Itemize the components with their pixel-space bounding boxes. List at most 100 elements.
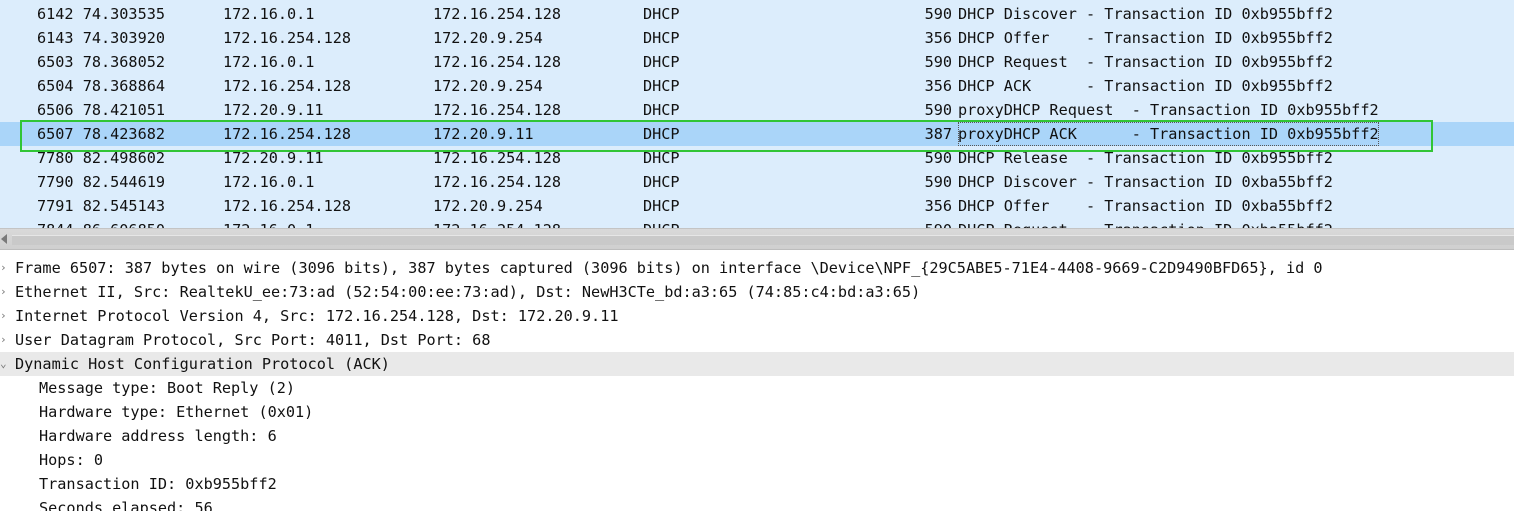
packet-destination: 172.16.254.128 [433, 218, 561, 228]
detail-text: Dynamic Host Configuration Protocol (ACK… [15, 355, 390, 373]
packet-list[interactable]: 6142 74.303535 172.16.0.1 172.16.254.128 DH… [0, 0, 1514, 228]
packet-source: 172.16.254.128 [223, 197, 352, 215]
packet-destination: 172.20.9.254 [433, 197, 543, 215]
packet-destination: 172.20.9.254 [433, 77, 543, 95]
packet-info: proxyDHCP Request - Transaction ID 0xb95… [958, 101, 1379, 119]
packet-protocol: DHCP [643, 53, 680, 71]
packet-info: DHCP Request - Transaction ID 0xb955bff2 [958, 53, 1333, 71]
collapsed-arrow-icon[interactable]: › [0, 304, 12, 328]
collapsed-arrow-icon[interactable]: › [0, 280, 12, 304]
collapsed-arrow-icon[interactable]: › [0, 328, 12, 352]
packet-destination: 172.16.254.128 [433, 173, 562, 191]
packet-source: 172.20.9.11 [223, 101, 324, 119]
packet-no-time: 7780 82.498602 [37, 149, 166, 167]
packet-protocol: DHCP [643, 125, 680, 143]
packet-protocol: DHCP [643, 29, 680, 47]
packet-no-time: 7791 82.545143 [37, 197, 166, 215]
detail-text: Transaction ID: 0xb955bff2 [39, 475, 277, 493]
packet-destination: 172.20.9.11 [433, 125, 534, 143]
detail-section[interactable]: › User Datagram Protocol, Src Port: 4011,… [0, 328, 1514, 352]
packet-destination: 172.16.254.128 [433, 5, 562, 23]
packet-info: DHCP Discover - Transaction ID 0xba55bff… [958, 173, 1333, 191]
packet-info: DHCP Discover - Transaction ID 0xb955bff… [958, 5, 1333, 23]
packet-source: 172.16.254.128 [223, 77, 352, 95]
packet-info: DHCP Release - Transaction ID 0xb955bff2 [958, 149, 1333, 167]
packet-no-time: 7844 86.606850 [37, 218, 165, 228]
packet-protocol: DHCP [643, 77, 680, 95]
packet-no-time: 6507 78.423682 [37, 125, 166, 143]
detail-section[interactable]: › Ethernet II, Src: RealtekU_ee:73:ad (52… [0, 280, 1514, 304]
packet-row[interactable]: 7791 82.545143 172.16.254.128 172.20.9.254… [0, 194, 1514, 218]
packet-source: 172.16.0.1 [223, 53, 315, 71]
packet-row[interactable]: 6142 74.303535 172.16.0.1 172.16.254.128 DH… [0, 2, 1514, 26]
packet-row[interactable]: 6503 78.368052 172.16.0.1 172.16.254.128 DH… [0, 50, 1514, 74]
detail-text: User Datagram Protocol, Src Port: 4011, … [15, 331, 491, 349]
packet-info: DHCP Offer - Transaction ID 0xba55bff2 [958, 197, 1333, 215]
packet-info: DHCP Request - Transaction ID 0xba55bff2 [958, 218, 1333, 228]
packet-source: 172.16.254.128 [223, 29, 352, 47]
packet-source: 172.16.0.1 [223, 218, 314, 228]
detail-text: Message type: Boot Reply (2) [39, 379, 296, 397]
packet-protocol: DHCP [643, 218, 680, 228]
packet-protocol: DHCP [643, 149, 680, 167]
packet-row[interactable]: 6506 78.421051 172.20.9.11 172.16.254.128 D… [0, 98, 1514, 122]
detail-field[interactable]: Hops: 0 [0, 448, 1514, 472]
packet-destination: 172.16.254.128 [433, 53, 562, 71]
packet-details-tree[interactable]: › Frame 6507: 387 bytes on wire (3096 bit… [0, 256, 1514, 511]
packet-source: 172.16.0.1 [223, 5, 315, 23]
packet-row[interactable]: 7780 82.498602 172.20.9.11 172.16.254.128 D… [0, 146, 1514, 170]
packet-protocol: DHCP [643, 173, 680, 191]
packet-source: 172.20.9.11 [223, 149, 324, 167]
detail-section[interactable]: › Frame 6507: 387 bytes on wire (3096 bit… [0, 256, 1514, 280]
packet-row[interactable]: 6504 78.368864 172.16.254.128 172.20.9.254… [0, 74, 1514, 98]
packet-no-time: 6143 74.303920 [37, 29, 166, 47]
detail-text: Seconds elapsed: 56 [39, 499, 213, 511]
packet-info: proxyDHCP ACK - Transaction ID 0xb955bff… [958, 122, 1379, 146]
packet-length: 590 [924, 149, 952, 167]
detail-field[interactable]: Hardware type: Ethernet (0x01) [0, 400, 1514, 424]
scrollbar-thumb[interactable] [12, 235, 1514, 245]
packet-destination: 172.16.254.128 [433, 149, 562, 167]
packet-row[interactable]: 6507 78.423682 172.16.254.128 172.20.9.11 D… [0, 122, 1514, 146]
packet-destination: 172.20.9.254 [433, 29, 543, 47]
detail-section[interactable]: › Internet Protocol Version 4, Src: 172.1… [0, 304, 1514, 328]
packet-info: DHCP ACK - Transaction ID 0xb955bff2 [958, 77, 1333, 95]
packet-length: 590 [924, 173, 952, 191]
packet-length: 356 [924, 29, 952, 47]
packet-length: 590 [924, 53, 952, 71]
packet-no-time: 6142 74.303535 [37, 5, 166, 23]
detail-section[interactable]: ⌄ Dynamic Host Configuration Protocol (AC… [0, 352, 1514, 376]
packet-length: 590 [880, 218, 952, 228]
packet-row[interactable]: 7844 86.606850 172.16.0.1 172.16.254.128 DH… [0, 218, 1514, 228]
detail-text: Ethernet II, Src: RealtekU_ee:73:ad (52:… [15, 283, 921, 301]
collapsed-arrow-icon[interactable]: › [0, 256, 12, 280]
packet-length: 356 [924, 197, 952, 215]
packet-no-time: 7790 82.544619 [37, 173, 166, 191]
detail-field[interactable]: Seconds elapsed: 56 [0, 496, 1514, 511]
packet-no-time: 6504 78.368864 [37, 77, 166, 95]
detail-field[interactable]: Hardware address length: 6 [0, 424, 1514, 448]
horizontal-scrollbar[interactable] [0, 228, 1514, 250]
packet-protocol: DHCP [643, 5, 680, 23]
packet-row[interactable]: 6143 74.303920 172.16.254.128 172.20.9.254… [0, 26, 1514, 50]
detail-text: Internet Protocol Version 4, Src: 172.16… [15, 307, 619, 325]
packet-length: 590 [924, 5, 952, 23]
packet-length: 590 [924, 101, 952, 119]
packet-length: 387 [924, 125, 952, 143]
packet-protocol: DHCP [643, 197, 680, 215]
packet-row[interactable]: 7790 82.544619 172.16.0.1 172.16.254.128 DH… [0, 170, 1514, 194]
packet-protocol: DHCP [643, 101, 680, 119]
detail-field[interactable]: Message type: Boot Reply (2) [0, 376, 1514, 400]
packet-source: 172.16.254.128 [223, 125, 352, 143]
detail-field[interactable]: Transaction ID: 0xb955bff2 [0, 472, 1514, 496]
detail-text: Hardware type: Ethernet (0x01) [39, 403, 314, 421]
packet-destination: 172.16.254.128 [433, 101, 562, 119]
detail-text: Frame 6507: 387 bytes on wire (3096 bits… [15, 259, 1323, 277]
scroll-left-icon[interactable] [1, 234, 7, 244]
packet-info: DHCP Offer - Transaction ID 0xb955bff2 [958, 29, 1333, 47]
packet-length: 356 [924, 77, 952, 95]
detail-text: Hops: 0 [39, 451, 104, 469]
packet-no-time: 6503 78.368052 [37, 53, 166, 71]
packet-no-time: 6506 78.421051 [37, 101, 166, 119]
expanded-arrow-icon[interactable]: ⌄ [0, 352, 12, 376]
